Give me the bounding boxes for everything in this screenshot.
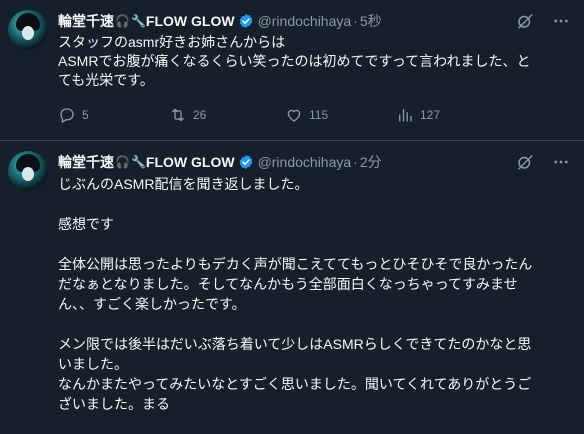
- top-actions: [516, 153, 570, 171]
- author-name[interactable]: 輪堂千速: [58, 11, 114, 31]
- text-line: 全体公開は思ったよりもデカく声が聞こえててもっとひそひそで良かったん: [58, 256, 533, 272]
- grok-icon[interactable]: [516, 153, 534, 171]
- avatar[interactable]: [8, 151, 48, 191]
- post[interactable]: 輪堂千速 🎧 🔧 FLOW GLOW @rindochihaya · 5秒 スタ…: [0, 0, 584, 140]
- more-icon[interactable]: [552, 153, 570, 171]
- retweet-icon: [172, 108, 184, 122]
- text-line: なんかまたやってみたいなとすごく思いました。聞いてくれてありがとうご: [58, 376, 532, 392]
- reply-button[interactable]: 5: [58, 106, 169, 124]
- text-line: いました。: [58, 356, 128, 372]
- retweet-count: 26: [193, 108, 207, 122]
- verified-icon: [239, 155, 252, 169]
- text-line: ASMRでお腹が痛くなるくらい笑ったのは初めてですって言われました、と: [58, 53, 531, 69]
- separator: ·: [353, 154, 358, 170]
- action-bar: 5 26 115 127: [58, 105, 568, 125]
- post-text: じぶんのASMR配信を聞き返しました。 感想です 全体公開は思ったよりもデカく声…: [58, 174, 568, 414]
- wrench-icon: 🔧: [130, 14, 146, 28]
- avatar[interactable]: [8, 10, 48, 50]
- text-line: スタッフのasmr好きお姉さんからは: [58, 34, 286, 50]
- text-line: ざいました。まる: [58, 396, 170, 412]
- text-line: ても光栄です。: [58, 72, 154, 88]
- text-line: メン限では後半はだいぶ落ち着いて少しはASMRらしくできてたのかなと思: [58, 336, 532, 352]
- views-count: 127: [420, 108, 441, 122]
- headphone-icon: 🎧: [115, 155, 130, 169]
- author-suffix[interactable]: FLOW GLOW: [146, 13, 235, 29]
- like-button[interactable]: 115: [285, 106, 396, 124]
- verified-icon: [239, 14, 252, 28]
- text-line: ん、、すごく楽しかったです。: [58, 296, 246, 312]
- retweet-button[interactable]: 26: [169, 106, 285, 124]
- post-text: スタッフのasmr好きお姉さんからは ASMRでお腹が痛くなるくらい笑ったのは初…: [58, 33, 568, 90]
- post-header: 輪堂千速 🎧 🔧 FLOW GLOW @rindochihaya · 2分: [58, 153, 568, 171]
- top-actions: [516, 12, 570, 30]
- like-icon: [287, 109, 301, 122]
- author-suffix[interactable]: FLOW GLOW: [146, 154, 235, 170]
- timestamp[interactable]: 5秒: [360, 11, 382, 31]
- wrench-icon: 🔧: [130, 155, 146, 169]
- grok-icon[interactable]: [516, 12, 534, 30]
- post-header: 輪堂千速 🎧 🔧 FLOW GLOW @rindochihaya · 5秒: [58, 12, 568, 30]
- views-icon: [399, 109, 412, 122]
- timestamp[interactable]: 2分: [360, 152, 382, 172]
- text-line: じぶんのASMR配信を聞き返しました。: [58, 176, 309, 192]
- text-line: だなぁとなりました。そしてなんかもう全部面白くなっちゃってすみませ: [58, 276, 518, 292]
- more-icon[interactable]: [552, 12, 570, 30]
- text-line: 感想です: [58, 216, 114, 232]
- views-button[interactable]: 127: [396, 106, 496, 124]
- post[interactable]: 輪堂千速 🎧 🔧 FLOW GLOW @rindochihaya · 2分 じぶ…: [0, 141, 584, 414]
- separator: ·: [353, 13, 358, 29]
- reply-icon: [60, 108, 74, 124]
- author-handle[interactable]: @rindochihaya: [258, 13, 352, 29]
- like-count: 115: [309, 108, 329, 122]
- author-handle[interactable]: @rindochihaya: [258, 154, 352, 170]
- reply-count: 5: [82, 108, 89, 122]
- author-name[interactable]: 輪堂千速: [58, 152, 114, 172]
- headphone-icon: 🎧: [115, 14, 130, 28]
